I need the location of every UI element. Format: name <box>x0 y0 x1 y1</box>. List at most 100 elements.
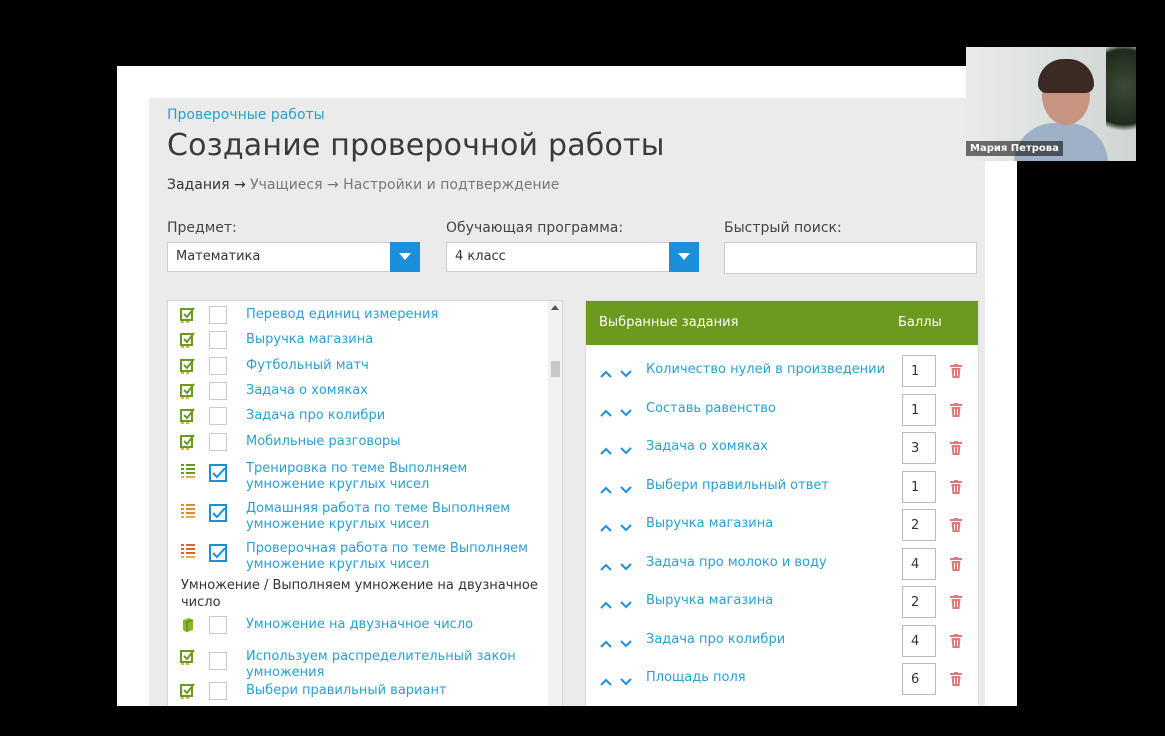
task-link[interactable]: Выручка магазина <box>246 332 536 348</box>
task-checkbox[interactable] <box>209 433 227 451</box>
task-checkbox[interactable] <box>209 616 227 634</box>
task-link[interactable]: Задача про колибри <box>246 408 536 424</box>
selected-task-link[interactable]: Количество нулей в произведении <box>646 362 885 377</box>
move-up-icon[interactable] <box>599 672 613 686</box>
program-select[interactable]: 4 класс <box>446 242 699 272</box>
selected-task-link[interactable]: Выбери правильный ответ <box>646 478 829 493</box>
move-down-icon[interactable] <box>619 672 633 686</box>
task-checkbox[interactable] <box>209 331 227 349</box>
task-checkbox[interactable] <box>209 382 227 400</box>
subject-label: Предмет: <box>167 220 237 236</box>
task-check-icon <box>180 434 196 450</box>
selected-task-link[interactable]: Выручка магазина <box>646 516 773 531</box>
step-tasks[interactable]: Задания → <box>167 177 246 193</box>
score-input[interactable]: 1 <box>902 393 936 426</box>
task-link[interactable]: Задача о хомяках <box>246 383 536 399</box>
move-down-icon[interactable] <box>619 557 633 570</box>
task-checkbox[interactable] <box>209 504 227 522</box>
task-checkbox[interactable] <box>209 652 227 670</box>
task-link[interactable]: Используем распределительный закон умнож… <box>246 649 536 681</box>
selected-task-row: Выбери правильный ответ 1 <box>586 470 978 509</box>
move-up-icon[interactable] <box>599 480 613 494</box>
task-link[interactable]: Выбери правильный вариант <box>246 683 536 699</box>
move-up-icon[interactable] <box>599 518 613 532</box>
selected-task-link[interactable]: Выручка магазина <box>646 593 773 608</box>
step-settings[interactable]: Настройки и подтверждение <box>343 177 559 193</box>
subject-select[interactable]: Математика <box>167 242 420 272</box>
move-up-icon[interactable] <box>599 557 613 571</box>
move-down-icon[interactable] <box>619 634 633 647</box>
score-input[interactable]: 2 <box>902 586 936 618</box>
score-input[interactable]: 3 <box>902 432 936 464</box>
test-list-icon <box>180 542 196 558</box>
selected-task-link[interactable]: Составь равенство <box>646 401 776 416</box>
selected-task-link[interactable]: Площадь поля <box>646 670 746 685</box>
trash-icon[interactable] <box>950 402 962 417</box>
score-input[interactable]: 2 <box>902 509 936 541</box>
task-link[interactable]: Умножение на двузначное число <box>246 617 536 633</box>
task-list-scrollbar[interactable] <box>548 301 562 706</box>
move-up-icon[interactable] <box>599 364 613 378</box>
move-up-icon[interactable] <box>599 595 613 609</box>
training-list-icon <box>180 462 196 478</box>
trash-icon[interactable] <box>950 594 962 609</box>
move-up-icon[interactable] <box>599 403 613 417</box>
task-link[interactable]: Проверочная работа по теме Выполняем умн… <box>246 541 536 573</box>
trash-icon[interactable] <box>950 517 962 532</box>
task-check-icon <box>180 408 196 424</box>
task-checkbox[interactable] <box>209 306 227 324</box>
quick-search-input[interactable] <box>724 242 977 274</box>
task-link[interactable]: Мобильные разговоры <box>246 434 536 450</box>
trash-icon[interactable] <box>950 479 962 494</box>
book-icon <box>180 617 196 633</box>
task-checkbox[interactable] <box>209 544 227 562</box>
task-checkbox[interactable] <box>209 407 227 425</box>
task-check-icon <box>180 307 196 323</box>
task-link[interactable]: Перевод единиц измерения <box>246 307 536 323</box>
score-input[interactable]: 4 <box>902 624 936 657</box>
video-tile: Мария Петрова <box>966 47 1136 161</box>
task-list-panel[interactable]: Перевод единиц измерения Выручка магазина… <box>167 300 563 706</box>
selected-task-link[interactable]: Задача о хомяках <box>646 439 768 454</box>
move-down-icon[interactable] <box>619 441 633 455</box>
trash-icon[interactable] <box>950 671 962 686</box>
move-down-icon[interactable] <box>619 595 633 609</box>
page-title: Создание проверочной работы <box>167 128 665 163</box>
score-input[interactable]: 6 <box>902 663 936 695</box>
program-value: 4 класс <box>455 249 506 264</box>
move-down-icon[interactable] <box>619 480 633 493</box>
move-down-icon[interactable] <box>619 403 633 416</box>
task-checkbox[interactable] <box>209 357 227 375</box>
video-plant <box>1106 47 1136 147</box>
move-up-icon[interactable] <box>599 634 613 648</box>
move-up-icon[interactable] <box>599 441 613 455</box>
scroll-up-icon[interactable] <box>551 305 559 310</box>
task-link[interactable]: Домашняя работа по теме Выполняем умноже… <box>246 501 536 533</box>
step-students[interactable]: Учащиеся → <box>250 177 339 193</box>
task-check-icon <box>180 683 196 699</box>
selected-task-link[interactable]: Задача про колибри <box>646 632 785 647</box>
score-input[interactable]: 1 <box>902 355 936 387</box>
trash-icon[interactable] <box>950 633 962 648</box>
trash-icon[interactable] <box>950 440 962 455</box>
trash-icon[interactable] <box>950 363 962 378</box>
task-link[interactable]: Футбольный матч <box>246 358 536 374</box>
breadcrumb[interactable]: Проверочные работы <box>167 107 325 123</box>
scroll-thumb[interactable] <box>551 361 560 377</box>
task-link[interactable]: Тренировка по теме Выполняем умножение к… <box>246 461 536 493</box>
dropdown-arrow-icon[interactable] <box>390 242 420 272</box>
homework-list-icon <box>180 502 196 518</box>
score-input[interactable]: 1 <box>902 470 936 503</box>
dropdown-arrow-icon[interactable] <box>669 242 699 272</box>
task-checkbox[interactable] <box>209 682 227 700</box>
task-checkbox[interactable] <box>209 464 227 482</box>
selected-task-link[interactable]: Задача про молоко и воду <box>646 555 827 570</box>
move-down-icon[interactable] <box>619 518 633 532</box>
move-down-icon[interactable] <box>619 364 633 378</box>
search-label: Быстрый поиск: <box>724 220 842 236</box>
trash-icon[interactable] <box>950 556 962 571</box>
selected-task-row: Количество нулей в произведении 1 <box>586 355 978 393</box>
participant-name: Мария Петрова <box>966 141 1063 156</box>
score-input[interactable]: 4 <box>902 547 936 580</box>
task-check-icon <box>180 383 196 399</box>
